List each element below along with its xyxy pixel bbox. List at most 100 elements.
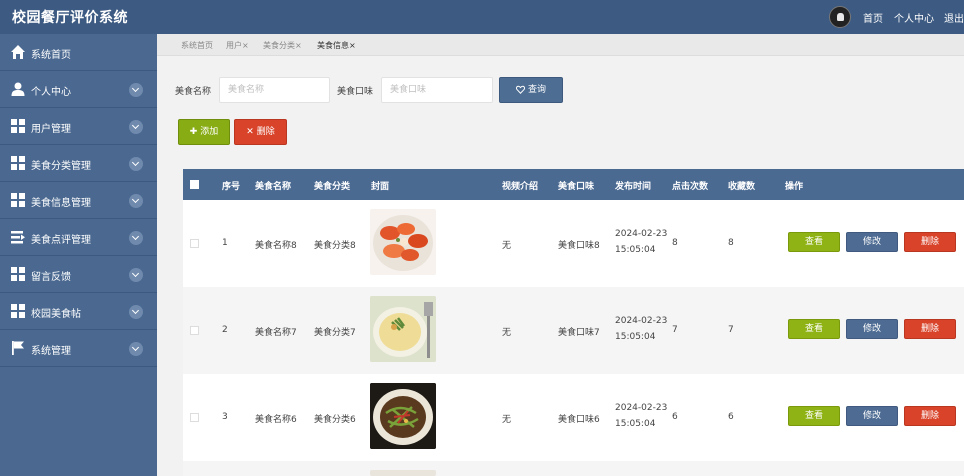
chevron-down-icon[interactable]: [129, 342, 143, 356]
cell-date: 2024-02-23: [615, 316, 668, 326]
table-row: [183, 461, 964, 476]
cell-category: 美食分类8: [314, 241, 356, 251]
view-button[interactable]: 查看: [788, 319, 840, 339]
tab-users[interactable]: 用户×: [226, 40, 249, 51]
sidebar-item-food-info[interactable]: 美食信息管理: [0, 182, 157, 219]
app-title: 校园餐厅评价系统: [12, 10, 128, 26]
food-taste-input[interactable]: [381, 77, 493, 103]
cell-date: 2024-02-23: [615, 229, 668, 239]
sidebar-item-system[interactable]: 系统管理: [0, 330, 157, 367]
edit-button[interactable]: 修改: [846, 406, 898, 426]
sidebar-item-label: 系统管理: [31, 346, 71, 357]
plus-icon: ✚: [189, 127, 198, 137]
cover-image: [370, 383, 436, 449]
tab-food-info[interactable]: 美食信息×: [317, 40, 356, 51]
cover-image: [370, 209, 436, 275]
cell-taste: 美食口味6: [558, 415, 600, 425]
col-actions: 操作: [785, 182, 804, 192]
col-video: 视频介绍: [502, 182, 539, 192]
table-row: 2 美食名称7 美食分类7 无 美食口味7 2024-02-23 15:05:0…: [183, 287, 964, 374]
table-row: 1 美食名称8 美食分类8 无 美食口味8 2024-02-23 15:05:0…: [183, 200, 964, 287]
grid-icon: [11, 119, 25, 133]
nav-logout-link[interactable]: 退出: [944, 10, 964, 25]
sidebar-item-food-posts[interactable]: 校园美食帖: [0, 293, 157, 330]
delete-button[interactable]: 删除: [904, 232, 956, 252]
view-button[interactable]: 查看: [788, 232, 840, 252]
cell-clicks: 8: [672, 238, 678, 248]
cell-taste: 美食口味7: [558, 328, 600, 338]
edit-button[interactable]: 修改: [846, 232, 898, 252]
col-cover: 封面: [371, 182, 390, 192]
close-icon[interactable]: ×: [295, 41, 302, 50]
top-bar: 校园餐厅评价系统 首页 个人中心 退出: [0, 0, 964, 34]
sidebar-item-label: 美食信息管理: [31, 198, 91, 209]
cell-name: 美食名称8: [255, 241, 297, 251]
chevron-down-icon[interactable]: [129, 83, 143, 97]
nav-home-link[interactable]: 首页: [863, 10, 883, 25]
grid-icon: [11, 267, 25, 281]
row-checkbox[interactable]: [190, 326, 199, 335]
flag-icon: [12, 341, 24, 355]
cell-clicks: 6: [672, 412, 678, 422]
chevron-down-icon[interactable]: [129, 157, 143, 171]
table-row: 3 美食名称6 美食分类6 无 美食口味6 2024-02-23 15:05:0…: [183, 374, 964, 461]
cell-favorites: 7: [728, 325, 734, 335]
close-icon[interactable]: ×: [349, 41, 356, 50]
food-name-input[interactable]: [219, 77, 330, 103]
sidebar-item-food-review[interactable]: 美食点评管理: [0, 219, 157, 256]
cell-category: 美食分类6: [314, 415, 356, 425]
chevron-down-icon[interactable]: [129, 194, 143, 208]
sidebar-item-label: 美食分类管理: [31, 161, 91, 172]
row-checkbox[interactable]: [190, 413, 199, 422]
home-icon: [11, 45, 25, 59]
sidebar-item-home[interactable]: 系统首页: [0, 34, 157, 71]
delete-button[interactable]: 删除: [904, 319, 956, 339]
select-all-checkbox[interactable]: [190, 180, 199, 189]
nav-profile-link[interactable]: 个人中心: [894, 10, 934, 25]
grid-icon: [11, 304, 25, 318]
cell-video: 无: [502, 241, 512, 251]
cell-name: 美食名称6: [255, 415, 297, 425]
cell-category: 美食分类7: [314, 328, 356, 338]
cover-image: [370, 470, 436, 476]
close-icon[interactable]: ×: [242, 41, 249, 50]
chevron-down-icon[interactable]: [129, 268, 143, 282]
chevron-down-icon[interactable]: [129, 120, 143, 134]
sidebar-item-label: 系统首页: [31, 50, 71, 61]
sidebar-item-label: 用户管理: [31, 124, 71, 135]
sidebar-item-label: 个人中心: [31, 87, 71, 98]
row-checkbox[interactable]: [190, 239, 199, 248]
cell-favorites: 8: [728, 238, 734, 248]
sidebar-item-label: 校园美食帖: [31, 309, 81, 320]
x-icon: ✕: [246, 127, 254, 137]
avatar[interactable]: [829, 6, 851, 28]
cell-taste: 美食口味8: [558, 241, 600, 251]
sidebar-item-food-category[interactable]: 美食分类管理: [0, 145, 157, 182]
cell-time: 15:05:04: [615, 332, 656, 342]
edit-button[interactable]: 修改: [846, 319, 898, 339]
sidebar-item-profile[interactable]: 个人中心: [0, 71, 157, 108]
sidebar-item-feedback[interactable]: 留言反馈: [0, 256, 157, 293]
chevron-down-icon[interactable]: [129, 231, 143, 245]
add-button[interactable]: ✚ 添加: [178, 119, 230, 145]
chevron-down-icon[interactable]: [129, 305, 143, 319]
sidebar-item-label: 留言反馈: [31, 272, 71, 283]
query-button[interactable]: 查询: [499, 77, 563, 103]
user-icon: [11, 82, 25, 96]
cell-name: 美食名称7: [255, 328, 297, 338]
heart-icon: [516, 85, 525, 94]
tab-home[interactable]: 系统首页: [181, 40, 213, 51]
tab-bar: 系统首页 用户× 美食分类× 美食信息×: [157, 34, 964, 56]
sidebar-item-label: 美食点评管理: [31, 235, 91, 246]
cell-time: 15:05:04: [615, 245, 656, 255]
sidebar-item-users[interactable]: 用户管理: [0, 108, 157, 145]
delete-button[interactable]: 删除: [904, 406, 956, 426]
table-header: 序号 美食名称 美食分类 封面 视频介绍 美食口味 发布时间 点击次数 收藏数 …: [183, 169, 964, 200]
tab-food-category[interactable]: 美食分类×: [263, 40, 302, 51]
col-favorites: 收藏数: [728, 182, 756, 192]
cell-index: 3: [222, 412, 228, 422]
view-button[interactable]: 查看: [788, 406, 840, 426]
list-arrow-icon: [11, 231, 25, 244]
grid-icon: [11, 156, 25, 170]
batch-delete-button[interactable]: ✕ 删除: [234, 119, 287, 145]
